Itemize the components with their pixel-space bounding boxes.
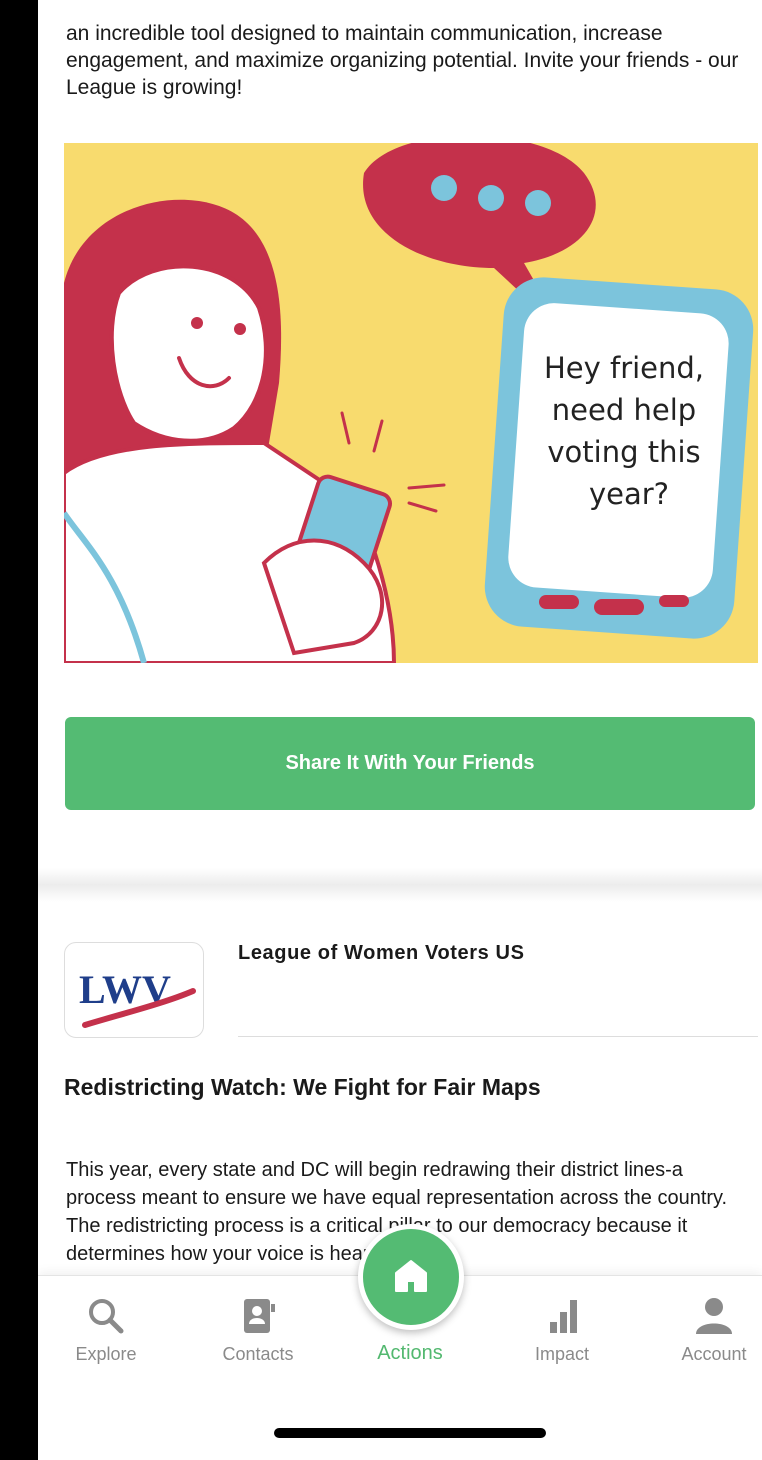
tab-account[interactable]: Account [654, 1296, 762, 1376]
search-icon [89, 1299, 124, 1334]
phone-message-line-2: need help [552, 393, 696, 427]
app-screen: an incredible tool designed to maintain … [38, 0, 762, 1460]
intro-text: an incredible tool designed to maintain … [66, 22, 739, 99]
tab-contacts[interactable]: Contacts [198, 1296, 318, 1376]
home-indicator[interactable] [274, 1428, 546, 1438]
tab-explore[interactable]: Explore [46, 1296, 166, 1376]
device-bezel-left [0, 0, 38, 1460]
tab-actions-label: Actions [377, 1342, 443, 1364]
phone-message-line-3: voting this [547, 435, 700, 469]
tab-contacts-label: Contacts [222, 1344, 294, 1364]
contact-book-icon [244, 1299, 275, 1333]
org-logo[interactable]: LWV [64, 942, 204, 1038]
invite-illustration: Hey friend, need help voting this year? [64, 143, 758, 663]
tab-account-label: Account [681, 1344, 747, 1364]
org-divider [238, 1036, 758, 1037]
tab-explore-label: Explore [75, 1344, 137, 1364]
invite-card: an incredible tool designed to maintain … [38, 8, 762, 868]
home-icon [395, 1260, 427, 1292]
bar-chart-icon [550, 1300, 577, 1333]
actions-home-button[interactable] [358, 1224, 464, 1330]
tab-actions[interactable]: Actions [350, 1342, 470, 1422]
phone-message-line-1: Hey friend, [544, 351, 704, 385]
tab-impact[interactable]: Impact [502, 1296, 622, 1376]
tab-impact-label: Impact [534, 1344, 590, 1364]
phone-message-line-4: year? [589, 477, 669, 511]
person-icon [696, 1298, 732, 1334]
share-button[interactable]: Share It With Your Friends [65, 717, 755, 810]
card-divider [38, 868, 762, 902]
org-name[interactable]: League of Women Voters US [238, 942, 525, 965]
post-title[interactable]: Redistricting Watch: We Fight for Fair M… [64, 1074, 744, 1101]
